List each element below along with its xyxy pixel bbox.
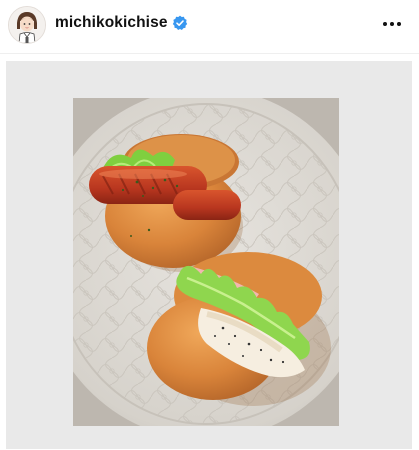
sandwich-photo[interactable] <box>73 98 339 426</box>
verified-badge-icon <box>172 15 188 30</box>
more-options-icon[interactable] <box>381 16 403 32</box>
user-avatar-illustration <box>9 7 45 43</box>
header-divider <box>0 53 419 54</box>
post-header: michikokichise <box>0 0 419 50</box>
username[interactable]: michikokichise <box>55 14 168 32</box>
avatar[interactable] <box>8 6 46 44</box>
sandwich-photo-illustration <box>73 98 339 426</box>
